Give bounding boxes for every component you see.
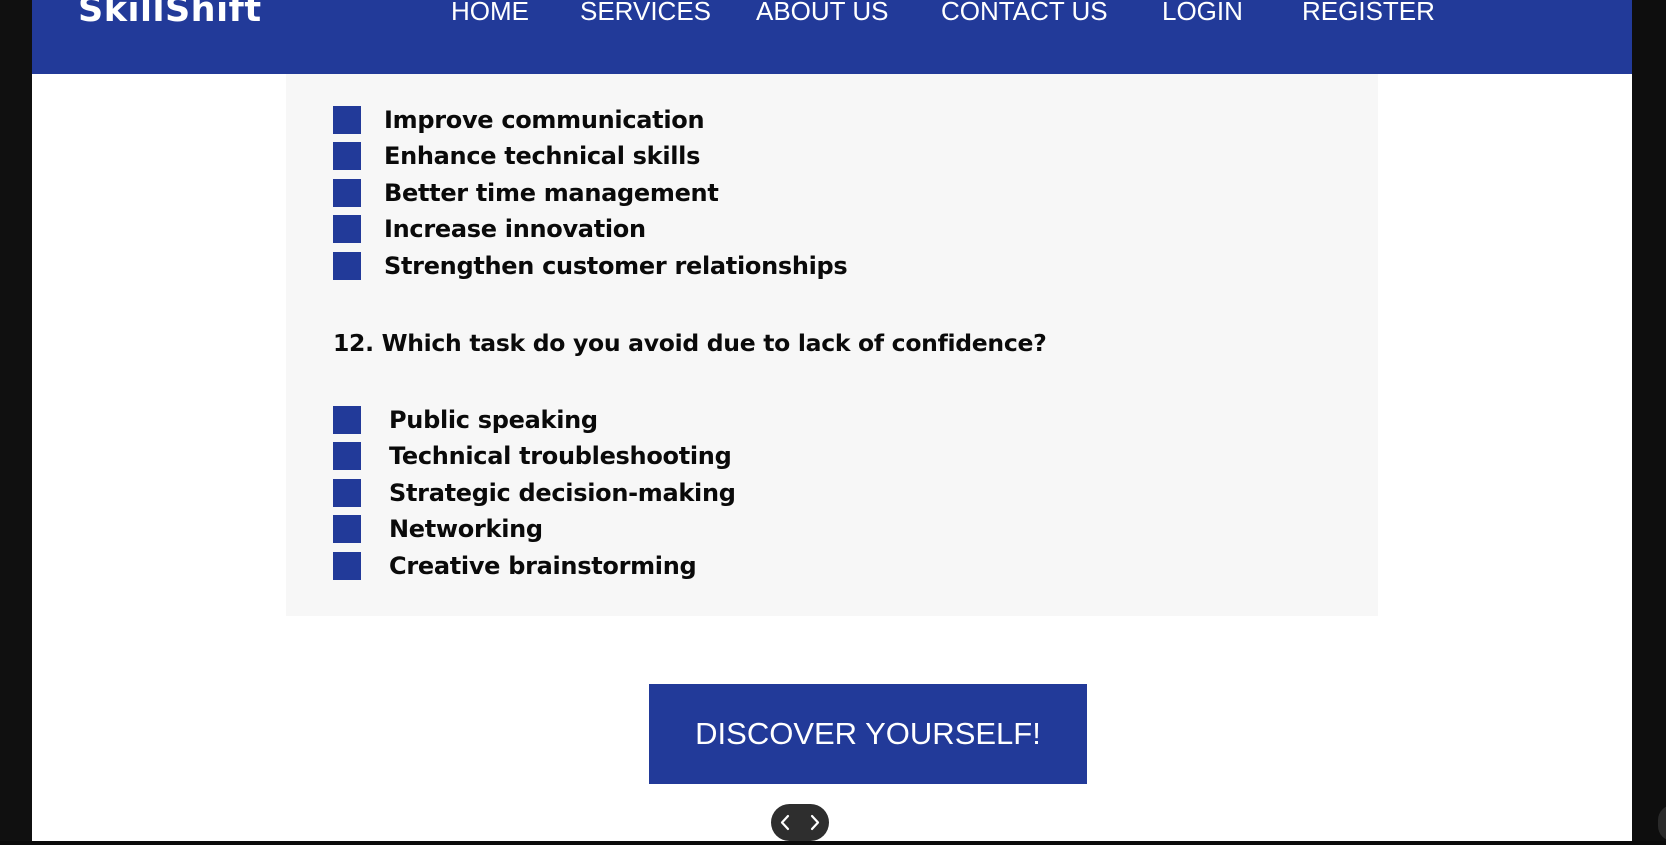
option-label: Networking xyxy=(389,515,543,543)
option-label: Better time management xyxy=(384,179,719,207)
option-label: Technical troubleshooting xyxy=(389,442,732,470)
checkbox[interactable] xyxy=(333,215,361,243)
question-12-title: 12. Which task do you avoid due to lack … xyxy=(333,329,1047,357)
option-label: Public speaking xyxy=(389,406,598,434)
chevron-left-icon[interactable] xyxy=(771,804,800,841)
nav-contact-us[interactable]: CONTACT US xyxy=(941,0,1108,27)
top-navbar: SkillShift HOME SERVICES ABOUT US CONTAC… xyxy=(32,0,1632,74)
window-frame-left xyxy=(0,0,32,841)
option-label: Strategic decision-making xyxy=(389,479,736,507)
option-label: Strengthen customer relationships xyxy=(384,252,848,280)
checkbox[interactable] xyxy=(333,252,361,280)
discover-yourself-button[interactable]: DISCOVER YOURSELF! xyxy=(649,684,1087,784)
checkbox[interactable] xyxy=(333,515,361,543)
checkbox[interactable] xyxy=(333,106,361,134)
survey-panel: Improve communication Enhance technical … xyxy=(286,74,1378,616)
option-label: Improve communication xyxy=(384,106,705,134)
nav-services[interactable]: SERVICES xyxy=(580,0,711,27)
nav-login[interactable]: LOGIN xyxy=(1162,0,1243,27)
option-label: Enhance technical skills xyxy=(384,142,701,170)
checkbox[interactable] xyxy=(333,142,361,170)
carousel-pager xyxy=(771,804,829,841)
checkbox[interactable] xyxy=(333,479,361,507)
option-label: Creative brainstorming xyxy=(389,552,697,580)
chevron-right-icon[interactable] xyxy=(800,804,829,841)
nav-register[interactable]: REGISTER xyxy=(1302,0,1435,27)
window-frame-right xyxy=(1632,0,1666,841)
page-viewport: SkillShift HOME SERVICES ABOUT US CONTAC… xyxy=(32,0,1632,841)
checkbox[interactable] xyxy=(333,406,361,434)
brand-logo[interactable]: SkillShift xyxy=(78,0,262,30)
option-label: Increase innovation xyxy=(384,215,646,243)
checkbox[interactable] xyxy=(333,442,361,470)
nav-home[interactable]: HOME xyxy=(451,0,529,27)
nav-about-us[interactable]: ABOUT US xyxy=(756,0,888,27)
checkbox[interactable] xyxy=(333,179,361,207)
checkbox[interactable] xyxy=(333,552,361,580)
